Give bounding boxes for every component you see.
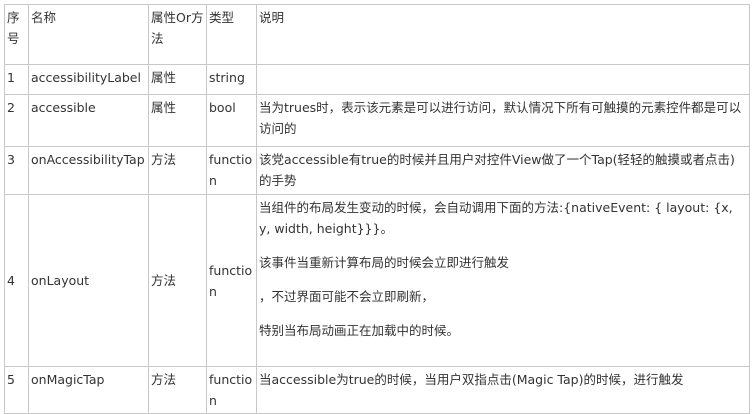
table-row: 2 accessible 属性 bool 当为trues时，表示该元素是可以进行…: [4, 94, 750, 147]
desc-paragraph: 该事件当重新计算布局的时候会立即进行触发: [259, 255, 510, 270]
row-desc: 当accessible为true的时候，当用户双指点击(Magic Tap)的时…: [256, 366, 750, 414]
row-no: 3: [4, 146, 29, 195]
row-desc: 当组件的布局发生变动的时候，会自动调用下面的方法:{nativeEvent: {…: [256, 194, 750, 367]
row-type: function: [206, 146, 257, 195]
row-type: bool: [206, 94, 257, 147]
row-desc: 当为trues时，表示该元素是可以进行访问，默认情况下所有可触摸的元素控件都是可…: [256, 94, 750, 147]
table-header-row: 序号 名称 属性Or方法 类型 说明: [4, 4, 750, 65]
table-row: 5 onMagicTap 方法 function 当accessible为tru…: [4, 366, 750, 414]
header-name: 名称: [28, 4, 149, 65]
row-desc: [256, 64, 750, 95]
row-no: 2: [4, 94, 29, 147]
row-no: 5: [4, 366, 29, 414]
row-no: 4: [4, 194, 29, 367]
desc-paragraph: 特别当布局动画正在加载中的时候。: [259, 323, 460, 338]
row-name: onMagicTap: [28, 366, 149, 414]
header-kind: 属性Or方法: [148, 4, 207, 65]
row-kind: 属性: [148, 64, 207, 95]
properties-table: 序号 名称 属性Or方法 类型 说明 1 accessibilityLabel …: [4, 4, 750, 414]
row-type: function: [206, 194, 257, 367]
desc-paragraph: 当为trues时，表示该元素是可以进行访问，默认情况下所有可触摸的元素控件都是可…: [259, 100, 742, 136]
row-name: onAccessibilityTap: [28, 146, 149, 195]
row-no: 1: [4, 64, 29, 95]
header-no: 序号: [4, 4, 29, 65]
row-kind: 方法: [148, 366, 207, 414]
table-row: 1 accessibilityLabel 属性 string: [4, 64, 750, 95]
row-name: onLayout: [28, 194, 149, 367]
desc-paragraph: ，不过界面可能不会立即刷新，: [259, 289, 435, 304]
header-type: 类型: [206, 4, 257, 65]
row-desc: 该党accessible有true的时候并且用户对控件View做了一个Tap(轻…: [256, 146, 750, 195]
row-kind: 方法: [148, 194, 207, 367]
desc-paragraph: 该党accessible有true的时候并且用户对控件View做了一个Tap(轻…: [259, 152, 735, 188]
row-kind: 属性: [148, 94, 207, 147]
table-row: 3 onAccessibilityTap 方法 function 该党acces…: [4, 146, 750, 195]
row-kind: 方法: [148, 146, 207, 195]
row-name: accessible: [28, 94, 149, 147]
row-name: accessibilityLabel: [28, 64, 149, 95]
row-type: function: [206, 366, 257, 414]
desc-paragraph: 当组件的布局发生变动的时候，会自动调用下面的方法:{nativeEvent: {…: [259, 200, 733, 236]
row-type: string: [206, 64, 257, 95]
header-desc: 说明: [256, 4, 750, 65]
desc-paragraph: 当accessible为true的时候，当用户双指点击(Magic Tap)的时…: [259, 372, 684, 387]
table-row: 4 onLayout 方法 function 当组件的布局发生变动的时候，会自动…: [4, 194, 750, 367]
